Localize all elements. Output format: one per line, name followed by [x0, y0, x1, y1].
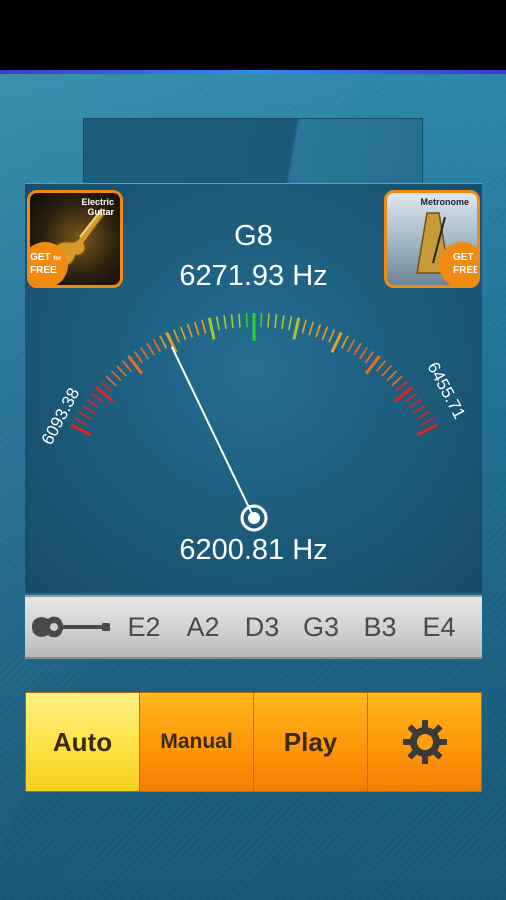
gauge-tick: [105, 375, 117, 387]
promo-left-title: Electric Guitar: [81, 197, 114, 217]
gauge-tick: [74, 417, 88, 426]
gauge-tick: [179, 326, 187, 340]
string-e4[interactable]: E4: [410, 612, 468, 643]
gauge-tick: [90, 392, 103, 403]
gauge-tick: [238, 313, 241, 328]
gauge-tick: [100, 381, 112, 392]
gauge-tick: [340, 335, 349, 349]
needle-pivot-dot: [248, 512, 260, 524]
string-g3[interactable]: G3: [292, 612, 350, 643]
gauge-tick: [391, 375, 403, 387]
gauge-tick: [207, 317, 216, 340]
gauge-tick: [165, 331, 178, 354]
gauge-tick: [328, 329, 336, 343]
control-bar: Auto Manual Play: [25, 692, 482, 792]
string-a2[interactable]: A2: [174, 612, 232, 643]
gauge-tick: [409, 398, 422, 409]
tuner-panel: 6093.38 6455.71 Electric Guitar GET for …: [25, 183, 482, 593]
gauge-tick: [215, 316, 220, 331]
gauge-tick: [267, 313, 270, 328]
string-selector: E2 A2 D3 G3 B3 E4: [25, 595, 482, 659]
gauge-tick: [353, 342, 362, 356]
gauge-tick: [381, 365, 392, 377]
gauge-tick: [70, 423, 92, 437]
scale-max-label: 6455.71: [423, 359, 469, 422]
gauge-tick: [230, 314, 234, 329]
gauge-tick: [121, 360, 133, 373]
gauge-tick: [321, 326, 329, 340]
gauge-tick: [315, 323, 322, 338]
gauge-tick: [347, 339, 356, 352]
gauge-tick: [223, 315, 227, 330]
gauge-tick: [405, 392, 418, 403]
gauge-tick: [172, 329, 180, 343]
settings-button[interactable]: [368, 693, 481, 791]
string-e2[interactable]: E2: [115, 612, 173, 643]
gauge-tick: [308, 321, 315, 336]
gauge-tick: [201, 319, 207, 334]
gauge-tick: [133, 351, 144, 364]
gauge-tick: [82, 404, 95, 414]
gauge-tick: [359, 346, 369, 360]
gauge-tick: [416, 423, 438, 437]
gauge-tick: [139, 346, 149, 360]
target-frequency: 6271.93 Hz: [179, 260, 328, 292]
gauge-tick: [86, 398, 99, 409]
gauge-tick: [152, 339, 161, 352]
gauge-tick: [396, 381, 408, 392]
gauge-tick: [186, 323, 193, 338]
gauge-tick: [288, 316, 293, 331]
gauge-tick: [245, 313, 248, 328]
play-button[interactable]: Play: [254, 693, 368, 791]
gauge-tick: [159, 335, 168, 349]
guitar-icon[interactable]: [25, 595, 115, 659]
gauge-tick: [330, 331, 343, 354]
gauge-tick: [416, 411, 430, 420]
promo-right-title: Metronome: [420, 197, 469, 207]
string-list: E2 A2 D3 G3 B3 E4: [115, 612, 482, 643]
gauge-tick: [375, 360, 387, 373]
gauge-tick: [193, 321, 200, 336]
detected-frequency: 6200.81 Hz: [179, 534, 328, 566]
gauge-tick: [364, 351, 375, 364]
gauge-tick: [281, 315, 285, 330]
gear-icon: [402, 720, 447, 764]
gauge-tick: [301, 319, 307, 334]
gauge-tick: [78, 411, 92, 420]
string-d3[interactable]: D3: [233, 612, 291, 643]
gauge-tick: [420, 417, 434, 426]
gauge-tick: [110, 370, 122, 382]
scale-min-label: 6093.38: [38, 385, 84, 448]
string-b3[interactable]: B3: [351, 612, 409, 643]
gauge-tick: [116, 365, 127, 377]
gauge-tick: [413, 404, 426, 414]
tuner-needle: [170, 346, 255, 519]
auto-button[interactable]: Auto: [26, 693, 140, 791]
gauge-tick: [292, 317, 301, 340]
note-name: G8: [234, 220, 273, 252]
gauge-tick: [260, 313, 263, 328]
gauge-tick: [274, 314, 278, 329]
manual-button[interactable]: Manual: [140, 693, 254, 791]
gauge-tick: [386, 370, 398, 382]
status-bar: [0, 0, 506, 72]
gauge-tick: [146, 342, 155, 356]
